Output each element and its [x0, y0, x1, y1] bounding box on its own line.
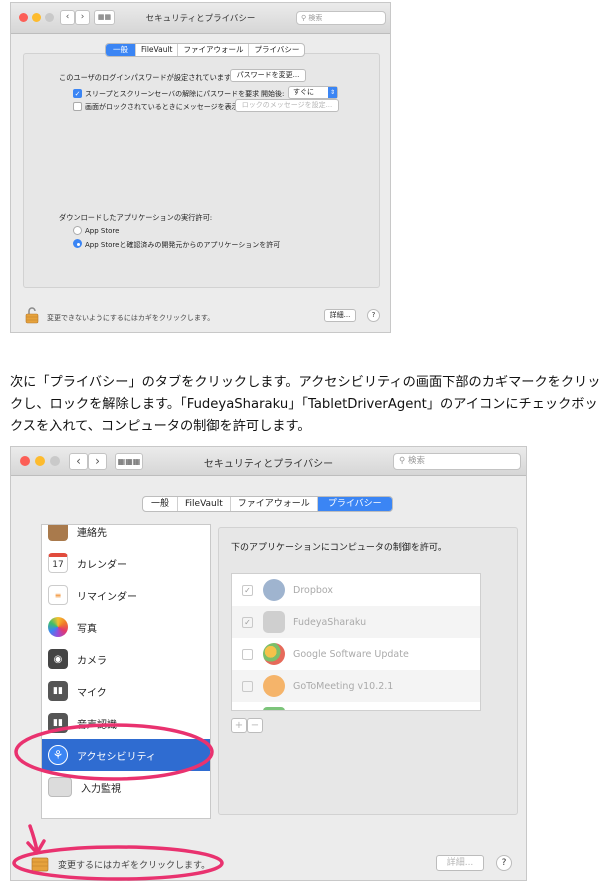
app-list[interactable]: ✓ Dropbox ✓ FudeyaSharaku Google Softwar…	[231, 573, 481, 711]
security-privacy-window-privacy: ‹ › ▦▦▦ セキュリティとプライバシー ⚲ 検索 一般 FileVault …	[10, 446, 527, 881]
sidebar-item-label: カレンダー	[77, 559, 127, 571]
start-after-value: すぐに	[293, 88, 314, 96]
app-name: Dropbox	[293, 584, 334, 596]
app-checkbox[interactable]: ✓	[242, 616, 253, 628]
photos-icon	[48, 617, 68, 637]
require-password-label: スリープとスクリーンセーバの解除にパスワードを要求	[85, 90, 260, 98]
chevron-updown-icon: ⇕	[328, 87, 337, 98]
sidebar-item-label: 音声認識	[77, 719, 117, 731]
search-field[interactable]: ⚲ 検索	[393, 453, 521, 470]
tab-privacy[interactable]: プライバシー	[317, 497, 392, 511]
google-software-update-icon	[263, 643, 285, 665]
app-checkbox[interactable]	[242, 648, 253, 660]
dropbox-icon	[263, 579, 285, 601]
sidebar-item-label: 写真	[77, 623, 97, 635]
tab-general[interactable]: 一般	[143, 497, 179, 511]
sidebar-item-label: 連絡先	[77, 527, 107, 539]
remove-app-button[interactable]: −	[247, 718, 263, 733]
start-after-label: 開始後:	[261, 90, 285, 98]
sidebar-item-contacts[interactable]: 連絡先	[42, 525, 210, 547]
lock-footer-text: 変更するにはカギをクリックします。	[58, 861, 211, 871]
tab-filevault[interactable]: FileVault	[178, 497, 231, 511]
title-bar: ‹ › ▦▦▦ セキュリティとプライバシー ⚲ 検索	[11, 447, 526, 476]
add-app-button[interactable]: +	[231, 718, 247, 733]
app-name: GoToMeeting v10.2.1	[293, 680, 394, 692]
search-field[interactable]: ⚲ 検索	[296, 11, 386, 25]
lock-message-checkbox[interactable]	[73, 102, 82, 111]
app-row-dropbox[interactable]: ✓ Dropbox	[232, 574, 480, 606]
tab-firewall[interactable]: ファイアウォール	[231, 497, 318, 511]
sidebar-item-reminders[interactable]: ≡ リマインダー	[42, 579, 210, 611]
security-privacy-window-general: ‹ › ▦▦ セキュリティとプライバシー ⚲ 検索 一般 FileVault フ…	[10, 2, 391, 333]
sidebar-item-camera[interactable]: ◉ カメラ	[42, 643, 210, 675]
gotomeeting-icon	[263, 675, 285, 697]
login-password-label: このユーザのログインパスワードが設定されています	[59, 73, 232, 82]
tab-general[interactable]: 一般	[106, 44, 136, 56]
app-checkbox[interactable]: ✓	[242, 584, 253, 596]
sidebar-item-label: マイク	[77, 687, 107, 699]
search-placeholder: 検索	[308, 14, 323, 22]
tab-filevault[interactable]: FileVault	[136, 44, 179, 56]
advanced-button[interactable]: 詳細...	[436, 855, 484, 871]
help-button[interactable]: ?	[367, 309, 380, 322]
download-heading: ダウンロードしたアプリケーションの実行許可:	[59, 213, 213, 222]
sidebar-item-accessibility[interactable]: ⚘ アクセシビリティ	[42, 739, 210, 771]
radio-app-store-label: App Store	[85, 227, 120, 235]
camera-icon: ◉	[48, 649, 68, 669]
privacy-category-list[interactable]: 連絡先 17 カレンダー ≡ リマインダー 写真 ◉ カメラ ▮▮ マイク ▮▮…	[41, 524, 211, 819]
sidebar-item-calendar[interactable]: 17 カレンダー	[42, 547, 210, 579]
sidebar-item-label: 入力監視	[81, 783, 121, 795]
sidebar-item-photos[interactable]: 写真	[42, 611, 210, 643]
app-row-partial	[232, 702, 480, 710]
lock-icon[interactable]	[25, 307, 39, 324]
tab-firewall[interactable]: ファイアウォール	[178, 44, 250, 56]
speech-recognition-icon: ▮▮	[48, 713, 68, 733]
require-password-checkbox[interactable]: ✓	[73, 89, 82, 98]
start-after-select[interactable]: すぐに ⇕	[288, 86, 338, 99]
lock-footer-text: 変更できないようにするにはカギをクリックします。	[47, 314, 215, 322]
sidebar-item-label: カメラ	[77, 655, 107, 667]
allow-control-heading: 下のアプリケーションにコンピュータの制御を許可。	[231, 543, 447, 553]
help-button[interactable]: ?	[496, 855, 512, 871]
tab-bar: 一般 FileVault ファイアウォール プライバシー	[105, 43, 306, 57]
search-icon: ⚲	[399, 456, 406, 466]
app-checkbox[interactable]	[242, 680, 253, 692]
contacts-icon	[48, 525, 68, 541]
app-row-gotomeeting[interactable]: GoToMeeting v10.2.1	[232, 670, 480, 702]
search-placeholder: 検索	[407, 456, 425, 466]
app-icon	[263, 707, 285, 710]
radio-app-store[interactable]	[73, 226, 82, 235]
app-name: Google Software Update	[293, 648, 409, 660]
radio-app-store-identified-label: App Storeと確認済みの開発元からのアプリケーションを許可	[85, 241, 281, 249]
calendar-icon: 17	[48, 553, 68, 573]
microphone-icon: ▮▮	[48, 681, 68, 701]
reminders-icon: ≡	[48, 585, 68, 605]
advanced-button[interactable]: 詳細...	[324, 309, 356, 322]
fudeyasharaku-icon	[263, 611, 285, 633]
change-password-button[interactable]: パスワードを変更...	[230, 69, 306, 82]
app-name: FudeyaSharaku	[293, 616, 367, 628]
lock-message-label: 画面がロックされているときにメッセージを表示	[85, 103, 239, 111]
app-row-fudeyasharaku[interactable]: ✓ FudeyaSharaku	[232, 606, 480, 638]
title-bar: ‹ › ▦▦ セキュリティとプライバシー ⚲ 検索	[11, 3, 390, 34]
search-icon: ⚲	[301, 14, 307, 22]
lock-icon[interactable]	[31, 856, 49, 872]
sidebar-item-label: リマインダー	[77, 591, 137, 603]
keyboard-icon	[48, 777, 72, 797]
sidebar-item-microphone[interactable]: ▮▮ マイク	[42, 675, 210, 707]
accessibility-icon: ⚘	[48, 745, 68, 765]
radio-app-store-identified[interactable]	[73, 239, 82, 248]
sidebar-item-input-monitoring[interactable]: 入力監視	[42, 771, 210, 803]
tab-privacy[interactable]: プライバシー	[249, 44, 304, 56]
instruction-text: 次に「プライバシー」のタブをクリックします。アクセシビリティの画面下部のカギマー…	[10, 375, 601, 434]
tab-bar: 一般 FileVault ファイアウォール プライバシー	[142, 496, 393, 512]
sidebar-item-label: アクセシビリティ	[77, 751, 156, 763]
sidebar-item-speech-recognition[interactable]: ▮▮ 音声認識	[42, 707, 210, 739]
app-row-google-software-update[interactable]: Google Software Update	[232, 638, 480, 670]
set-lock-message-button[interactable]: ロックのメッセージを設定...	[235, 99, 339, 112]
